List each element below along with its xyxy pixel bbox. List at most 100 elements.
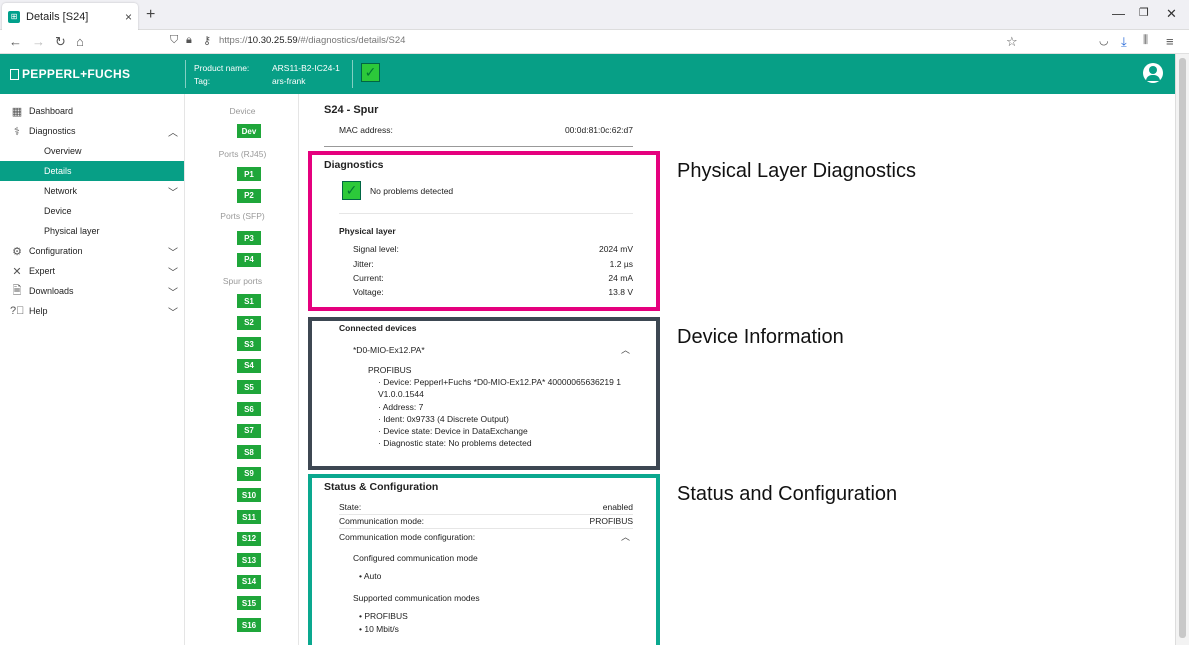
sidebar-item-label: Configuration — [29, 246, 83, 256]
port-button-s3[interactable]: S3 — [237, 337, 261, 352]
browser-tab[interactable]: ⊞ Details [S24] × — [2, 3, 138, 30]
port-button-s6[interactable]: S6 — [237, 402, 261, 416]
home-icon[interactable]: ⌂ — [76, 34, 84, 49]
sidebar-item-label: Diagnostics — [29, 126, 76, 136]
lock-icon[interactable]: 🔒︎ — [186, 34, 192, 47]
port-button-s12[interactable]: S12 — [237, 531, 261, 546]
divider — [339, 514, 633, 515]
protocol-label: PROFIBUS — [368, 365, 412, 375]
port-button-p4[interactable]: P4 — [237, 252, 261, 267]
port-button-p1[interactable]: P1 — [237, 167, 261, 181]
port-button-s13[interactable]: S13 — [237, 553, 261, 568]
port-button-s1[interactable]: S1 — [237, 294, 261, 308]
back-icon[interactable]: ← — [9, 34, 22, 49]
connected-devices-title: Connected devices — [339, 323, 417, 333]
page-scrollbar[interactable] — [1175, 54, 1189, 645]
port-button-s15[interactable]: S15 — [237, 596, 261, 611]
sidebar-item-physical-layer[interactable]: Physical layer — [0, 221, 184, 241]
status-config-highlight-box: Status & Configuration State: enabled Co… — [308, 474, 660, 645]
header-divider — [185, 60, 186, 88]
device-line-1: · Device: Pepperl+Fuchs *D0-MIO-Ex12.PA*… — [378, 377, 621, 387]
sidebar-item-dashboard[interactable]: ▦ Dashboard — [0, 101, 184, 121]
app-header: PEPPERL+FUCHS Product name: ARS11-B2-IC2… — [0, 54, 1175, 94]
forward-icon[interactable]: → — [32, 34, 45, 49]
port-button-s16[interactable]: S16 — [237, 618, 261, 632]
port-button-s4[interactable]: S4 — [237, 358, 261, 373]
connected-device-name[interactable]: *D0-MIO-Ex12.PA* — [353, 345, 425, 355]
pocket-icon[interactable]: ◡ — [1099, 34, 1109, 47]
tab-title: Details [S24] — [26, 10, 89, 23]
logo: PEPPERL+FUCHS — [10, 67, 130, 81]
port-button-s9[interactable]: S9 — [237, 466, 261, 481]
annotation-status-config: Status and Configuration — [677, 483, 898, 505]
main-content: S24 - Spur MAC address: 00:0d:81:0c:62:d… — [300, 94, 1175, 645]
logo-mark-icon — [10, 68, 19, 80]
sidebar-item-label: Overview — [44, 146, 82, 156]
checkmark-icon: ✓ — [364, 64, 377, 80]
sfp-heading: Ports (SFP) — [220, 211, 265, 221]
close-window-icon[interactable]: ✕ — [1166, 6, 1177, 22]
key-icon[interactable]: ⚷ — [203, 34, 211, 47]
bookmark-star-icon[interactable]: ☆ — [1006, 34, 1018, 50]
sidebar-item-help[interactable]: ?⃝ Help ﹀ — [0, 301, 184, 321]
chevron-up-icon[interactable]: ︿ — [621, 530, 630, 543]
sidebar: ▦ Dashboard ⚕ Diagnostics ︿ Overview Detail… — [0, 94, 185, 645]
port-button-s5[interactable]: S5 — [237, 380, 261, 395]
shield-icon[interactable]: ⛉ — [170, 34, 178, 47]
tab-close-icon[interactable]: × — [125, 10, 132, 24]
new-tab-icon[interactable]: + — [146, 6, 155, 24]
header-divider — [352, 60, 353, 88]
sidebar-item-details[interactable]: Details — [0, 161, 184, 181]
divider — [339, 213, 633, 214]
jitter-label: Jitter: — [353, 259, 374, 269]
port-button-s14[interactable]: S14 — [237, 574, 261, 589]
download-icon[interactable]: ⤓ — [1121, 34, 1127, 50]
sidebar-item-configuration[interactable]: ⚙ Configuration ﹀ — [0, 241, 184, 261]
sidebar-item-diagnostics[interactable]: ⚕ Diagnostics ︿ — [0, 121, 184, 141]
port-button-p2[interactable]: P2 — [237, 188, 261, 203]
sidebar-item-device[interactable]: Device — [0, 201, 184, 221]
sidebar-item-downloads[interactable]: 🗎︎ Downloads ﹀ — [0, 281, 184, 301]
sidebar-item-expert[interactable]: ✕ Expert ﹀ — [0, 261, 184, 281]
port-button-s2[interactable]: S2 — [237, 315, 261, 330]
page-title: S24 - Spur — [324, 104, 379, 116]
port-button-p3[interactable]: P3 — [237, 231, 261, 245]
port-button-s10[interactable]: S10 — [237, 488, 261, 503]
voltage-label: Voltage: — [353, 287, 384, 297]
state-value: enabled — [602, 502, 633, 512]
sidebar-item-overview[interactable]: Overview — [0, 141, 184, 161]
menu-icon[interactable]: ≡ — [1166, 34, 1174, 49]
address-bar[interactable]: https://10.30.25.59/#/diagnostics/detail… — [219, 35, 405, 46]
chevron-down-icon: ﹀ — [168, 187, 178, 199]
sidebar-item-label: Details — [44, 166, 72, 176]
product-name-label: Product name: — [194, 63, 250, 73]
chevron-down-icon: ﹀ — [168, 307, 178, 319]
user-account-icon[interactable] — [1143, 63, 1163, 83]
restore-icon[interactable]: ❐ — [1139, 6, 1149, 19]
minimize-icon[interactable]: — — [1112, 6, 1125, 21]
device-info-highlight-box: Connected devices *D0-MIO-Ex12.PA* ︿ PRO… — [308, 317, 660, 470]
checkmark-icon: ✓ — [345, 182, 358, 198]
diagnostics-highlight-box: Diagnostics ✓ No problems detected Physi… — [308, 151, 660, 311]
sidebar-item-network[interactable]: Network ﹀ — [0, 181, 184, 201]
scrollbar-thumb[interactable] — [1179, 58, 1186, 638]
port-button-s7[interactable]: S7 — [237, 423, 261, 438]
state-label: State: — [339, 502, 362, 512]
reload-icon[interactable]: ↻ — [55, 34, 66, 50]
port-button-s11[interactable]: S11 — [237, 510, 261, 524]
mac-value: 00:0d:81:0c:62:d7 — [564, 125, 633, 135]
chevron-down-icon: ﹀ — [168, 287, 178, 299]
library-icon[interactable]: ⫼ — [1143, 34, 1148, 47]
port-button-dev[interactable]: Dev — [237, 124, 261, 138]
port-selector: Device Ports (RJ45) Ports (SFP) Spur por… — [186, 94, 299, 645]
annotation-physical-layer: Physical Layer Diagnostics — [677, 160, 916, 182]
sidebar-item-label: Downloads — [29, 286, 74, 296]
dashboard-icon: ▦ — [11, 105, 23, 118]
port-button-s8[interactable]: S8 — [237, 445, 261, 460]
device-status-check-icon: ✓ — [361, 63, 380, 82]
physical-layer-title: Physical layer — [339, 226, 396, 236]
comm-mode-value: PROFIBUS — [589, 516, 633, 526]
comm-config-label[interactable]: Communication mode configuration: — [339, 532, 475, 542]
supported-mode-item: • 10 Mbit/s — [359, 624, 399, 634]
chevron-up-icon[interactable]: ︿ — [621, 343, 630, 356]
